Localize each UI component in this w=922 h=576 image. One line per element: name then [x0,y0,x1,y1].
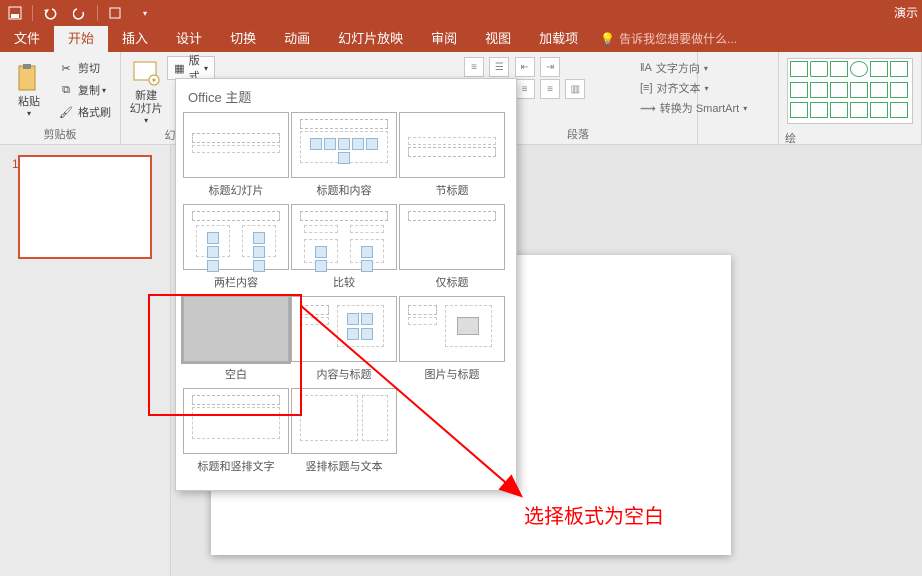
slide-number: 1 [12,157,19,171]
layout-gallery: 标题幻灯片 标题和内容 节标题 两栏内容 比较 仅标题 空白 内容与标题 [176,112,516,480]
text-direction-button[interactable]: ‖A文字方向▾ [640,60,747,76]
dropdown-header: Office 主题 [176,79,516,112]
layout-section-header[interactable]: 节标题 [398,112,506,198]
customize-qat-icon[interactable]: ▾ [130,0,160,26]
paste-button[interactable]: 粘贴 ▾ [4,54,54,126]
group-clipboard: 粘贴 ▾ ✂剪切 ⧉复制▾ 🖌格式刷 剪贴板 [0,52,121,144]
align-text-button[interactable]: [≡]对齐文本▾ [640,80,747,96]
touch-mode-icon[interactable] [100,0,130,26]
tab-slideshow[interactable]: 幻灯片放映 [324,26,417,52]
indent-right-icon[interactable]: ⇥ [540,57,560,77]
ribbon-tabs: 文件 开始 插入 设计 切换 动画 幻灯片放映 审阅 视图 加载项 💡 告诉我您… [0,26,922,52]
cut-button[interactable]: ✂剪切 [54,57,115,79]
shapes-gallery[interactable] [787,58,913,124]
tab-insert[interactable]: 插入 [108,26,162,52]
bulb-icon: 💡 [600,26,615,52]
tab-addins[interactable]: 加载项 [525,26,592,52]
layout-two-content[interactable]: 两栏内容 [182,204,290,290]
text-direction-icon: ‖A [640,62,652,74]
tab-review[interactable]: 审阅 [417,26,471,52]
brush-icon: 🖌 [58,104,74,120]
tellme-placeholder: 告诉我您想要做什么... [619,26,737,52]
svg-text:✶: ✶ [151,76,158,85]
redo-icon[interactable] [65,0,95,26]
tab-animation[interactable]: 动画 [270,26,324,52]
title-bar: ▾ 演示 [0,0,922,26]
cut-icon: ✂ [58,60,74,76]
copy-icon: ⧉ [58,82,74,98]
indent-left-icon[interactable]: ⇤ [515,57,535,77]
layout-title-slide[interactable]: 标题幻灯片 [182,112,290,198]
clipboard-label: 剪贴板 [4,126,116,144]
layout-content-caption[interactable]: 内容与标题 [290,296,398,382]
save-icon[interactable] [0,0,30,26]
layout-dropdown: Office 主题 标题幻灯片 标题和内容 节标题 两栏内容 比较 仅标题 空白 [175,78,517,491]
layout-picture-caption[interactable]: 图片与标题 [398,296,506,382]
layout-title-content[interactable]: 标题和内容 [290,112,398,198]
layout-vertical-title-text[interactable]: 竖排标题与文本 [290,388,398,474]
tab-design[interactable]: 设计 [162,26,216,52]
tab-home[interactable]: 开始 [54,26,108,52]
tab-transition[interactable]: 切换 [216,26,270,52]
smartart-button[interactable]: ⟿转换为 SmartArt▾ [640,100,747,116]
new-slide-icon: ✶ [130,56,162,88]
align-text-icon: [≡] [640,82,653,94]
title-text: 演示 [894,0,918,26]
undo-icon[interactable] [35,0,65,26]
numbering-icon[interactable]: ☰ [489,57,509,77]
bullets-icon[interactable]: ≡ [464,57,484,77]
align-right-icon[interactable]: ≡ [515,79,535,99]
copy-button[interactable]: ⧉复制▾ [54,79,115,101]
thumbnail-pane[interactable]: 1 [0,145,171,576]
tab-view[interactable]: 视图 [471,26,525,52]
layout-title-vertical-text[interactable]: 标题和竖排文字 [182,388,290,474]
annotation-text: 选择板式为空白 [524,500,664,529]
smartart-icon: ⟿ [640,102,656,115]
new-slide-button[interactable]: ✶ 新建 幻灯片 ▾ [125,54,167,127]
layout-icon: ▦ [174,62,184,75]
paste-icon [13,62,45,94]
drawing-label: 绘 [783,128,917,146]
layout-blank[interactable]: 空白 [182,296,290,382]
slide-thumbnail-1[interactable] [18,155,152,259]
layout-title-only[interactable]: 仅标题 [398,204,506,290]
group-drawing: 绘 [778,52,922,144]
layout-button[interactable]: ▦ 版式▾ [167,56,215,80]
columns-icon[interactable]: ▥ [565,79,585,99]
format-painter-button[interactable]: 🖌格式刷 [54,101,115,123]
tell-me[interactable]: 💡 告诉我您想要做什么... [600,26,737,52]
justify-icon[interactable]: ≡ [540,79,560,99]
layout-comparison[interactable]: 比较 [290,204,398,290]
tab-file[interactable]: 文件 [0,26,54,52]
